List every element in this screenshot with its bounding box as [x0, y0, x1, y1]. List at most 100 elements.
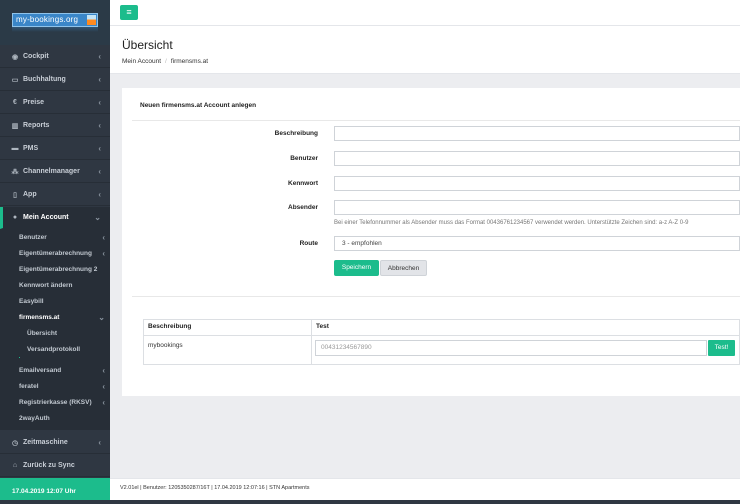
save-button[interactable]: Speichern	[334, 260, 379, 276]
sidebar-item-label: Preise	[23, 99, 45, 106]
topbar: ≡	[110, 0, 740, 26]
chevron-left-icon: ‹	[98, 121, 101, 130]
sidebar-item-cockpit[interactable]: ◉ Cockpit ‹	[0, 46, 110, 68]
sidebar-subitem-firmensms[interactable]: firmensms.at ⌄	[0, 309, 110, 325]
bottom-strip	[0, 500, 740, 504]
breadcrumb-item-mein-account[interactable]: Mein Account	[122, 58, 161, 65]
beschreibung-label: Beschreibung	[274, 130, 318, 137]
chevron-down-icon: ⌄	[94, 213, 101, 222]
sidebar-item-mein-account[interactable]: ● Mein Account ⌄	[0, 207, 110, 229]
absender-input[interactable]	[334, 200, 740, 215]
sidebar-subsubitem-label: Übersicht	[27, 329, 57, 337]
sidebar-subitem-label: Kennwort ändern	[19, 281, 73, 289]
sidebar-subitem-easybill[interactable]: Easybill	[0, 293, 110, 309]
route-select[interactable]: 3 - empfohlen	[334, 236, 740, 251]
benutzer-input[interactable]	[334, 151, 740, 166]
divider	[132, 296, 740, 297]
sidebar-subitem-label: Easybill	[19, 297, 44, 305]
sidebar-item-label: App	[23, 191, 37, 198]
sidebar-subitem-label: Benutzer	[19, 233, 47, 241]
chevron-left-icon: ‹	[102, 232, 105, 242]
page-title: Übersicht	[122, 38, 173, 52]
sidebar-subitem-eigentuemerabrechnung[interactable]: Eigentümerabrechnung ‹	[0, 245, 110, 261]
sidebar-item-preise[interactable]: € Preise ‹	[0, 92, 110, 114]
bed-icon: ▬	[11, 145, 19, 152]
cancel-button[interactable]: Abbrechen	[380, 260, 427, 276]
hamburger-icon: ≡	[126, 7, 132, 17]
bar-chart-icon: ▥	[11, 122, 19, 130]
sidebar-subitem-registrierkasse[interactable]: Registrierkasse (RKSV) ‹	[0, 394, 110, 410]
breadcrumb-item-firmensms: firmensms.at	[170, 58, 209, 65]
sidebar-subitem-kennwort-aendern[interactable]: Kennwort ändern	[0, 277, 110, 293]
euro-icon: €	[13, 99, 17, 106]
sidebar-item-zeitmaschine[interactable]: ◷ Zeitmaschine ‹	[0, 432, 110, 454]
logo-reflection	[12, 27, 98, 32]
sidebar-subitem-label: 2wayAuth	[19, 414, 50, 422]
benutzer-label: Benutzer	[290, 155, 318, 162]
chevron-left-icon: ‹	[98, 190, 101, 199]
dashboard-icon: ◉	[11, 53, 19, 61]
sidebar-item-label: Cockpit	[23, 53, 49, 60]
column-header-test: Test	[311, 319, 740, 336]
sidebar-subitem-2wayauth[interactable]: 2wayAuth	[0, 410, 110, 426]
sidebar-subitem-emailversand[interactable]: Emailversand ‹	[0, 362, 110, 378]
sidebar-item-label: PMS	[23, 145, 39, 152]
sidebar-subitem-label: feratel	[19, 382, 39, 390]
sidebar-subitem-feratel[interactable]: feratel ‹	[0, 378, 110, 394]
hamburger-menu-button[interactable]: ≡	[120, 5, 138, 20]
sidebar-item-app[interactable]: ▯ App ‹	[0, 184, 110, 206]
sidebar-subitem-label: Eigentümerabrechnung 2	[19, 265, 98, 273]
sidebar-subitem-label: Eigentümerabrechnung	[19, 249, 92, 257]
breadcrumb-separator: /	[165, 58, 167, 65]
sidebar-item-pms[interactable]: ▬ PMS ‹	[0, 138, 110, 160]
absender-hint: Bei einer Telefonnummer als Absender mus…	[334, 220, 689, 226]
logo-area: my-bookings.org	[0, 0, 110, 45]
sidebar-item-label: Reports	[23, 122, 50, 129]
chevron-left-icon: ‹	[98, 167, 101, 176]
sidebar-item-buchhaltung[interactable]: ▭ Buchhaltung ‹	[0, 69, 110, 91]
kennwort-label: Kennwort	[288, 180, 318, 187]
cell-beschreibung: mybookings	[143, 335, 312, 365]
sidebar-subsubitem-versandprotokoll[interactable]: Versandprotokoll	[0, 341, 110, 357]
page-footer: V2.01el | Benutzer: 1205350287/16T | 17.…	[110, 478, 740, 500]
chevron-left-icon: ‹	[102, 365, 105, 375]
chevron-left-icon: ‹	[102, 248, 105, 258]
sidebar-item-label: Zurück zu Sync	[23, 462, 75, 469]
column-header-beschreibung: Beschreibung	[143, 319, 312, 336]
logo-text: my-bookings.org	[16, 15, 79, 24]
sidebar-subitem-label: Emailversand	[19, 366, 62, 374]
sidebar-item-reports[interactable]: ▥ Reports ‹	[0, 115, 110, 137]
chevron-left-icon: ‹	[102, 397, 105, 407]
sidebar-item-label: Zeitmaschine	[23, 439, 68, 446]
sidebar-item-label: Channelmanager	[23, 168, 80, 175]
sidebar-item-label: Mein Account	[23, 214, 69, 221]
sidebar-subitem-label: Registrierkasse (RKSV)	[19, 398, 92, 406]
sitemap-icon: ⁂	[11, 168, 19, 176]
route-label: Route	[299, 240, 318, 247]
test-number-input[interactable]: 00431234567890	[315, 340, 707, 356]
folder-icon: ▭	[11, 76, 19, 84]
form-title: Neuen firmensms.at Account anlegen	[132, 95, 740, 121]
logo[interactable]: my-bookings.org	[12, 13, 98, 27]
chevron-left-icon: ‹	[98, 52, 101, 61]
sidebar: my-bookings.org ◉ Cockpit ‹ ▭ Buchhaltun…	[0, 0, 110, 504]
sidebar-subitem-benutzer[interactable]: Benutzer ‹	[0, 229, 110, 245]
sidebar-item-label: Buchhaltung	[23, 76, 66, 83]
kennwort-input[interactable]	[334, 176, 740, 191]
clock-icon: ◷	[11, 439, 19, 447]
chevron-left-icon: ‹	[98, 144, 101, 153]
accounts-table: Beschreibung Test mybookings 00431234567…	[143, 319, 740, 365]
test-button[interactable]: Test!	[708, 340, 735, 356]
chevron-left-icon: ‹	[98, 98, 101, 107]
sidebar-item-zurueck-zu-sync[interactable]: ⌂ Zurück zu Sync	[0, 455, 110, 477]
sidebar-item-channelmanager[interactable]: ⁂ Channelmanager ‹	[0, 161, 110, 183]
sidebar-subsubitem-label: Versandprotokoll	[27, 345, 81, 353]
beschreibung-input[interactable]	[334, 126, 740, 141]
cell-test: 00431234567890 Test!	[311, 335, 740, 365]
sidebar-subsubitem-uebersicht[interactable]: Übersicht	[0, 325, 110, 341]
sidebar-subitem-eigentuemerabrechnung-2[interactable]: Eigentümerabrechnung 2	[0, 261, 110, 277]
mobile-icon: ▯	[13, 191, 17, 199]
chevron-left-icon: ‹	[98, 438, 101, 447]
form-card: Neuen firmensms.at Account anlegen Besch…	[122, 88, 740, 396]
absender-label: Absender	[288, 204, 318, 211]
